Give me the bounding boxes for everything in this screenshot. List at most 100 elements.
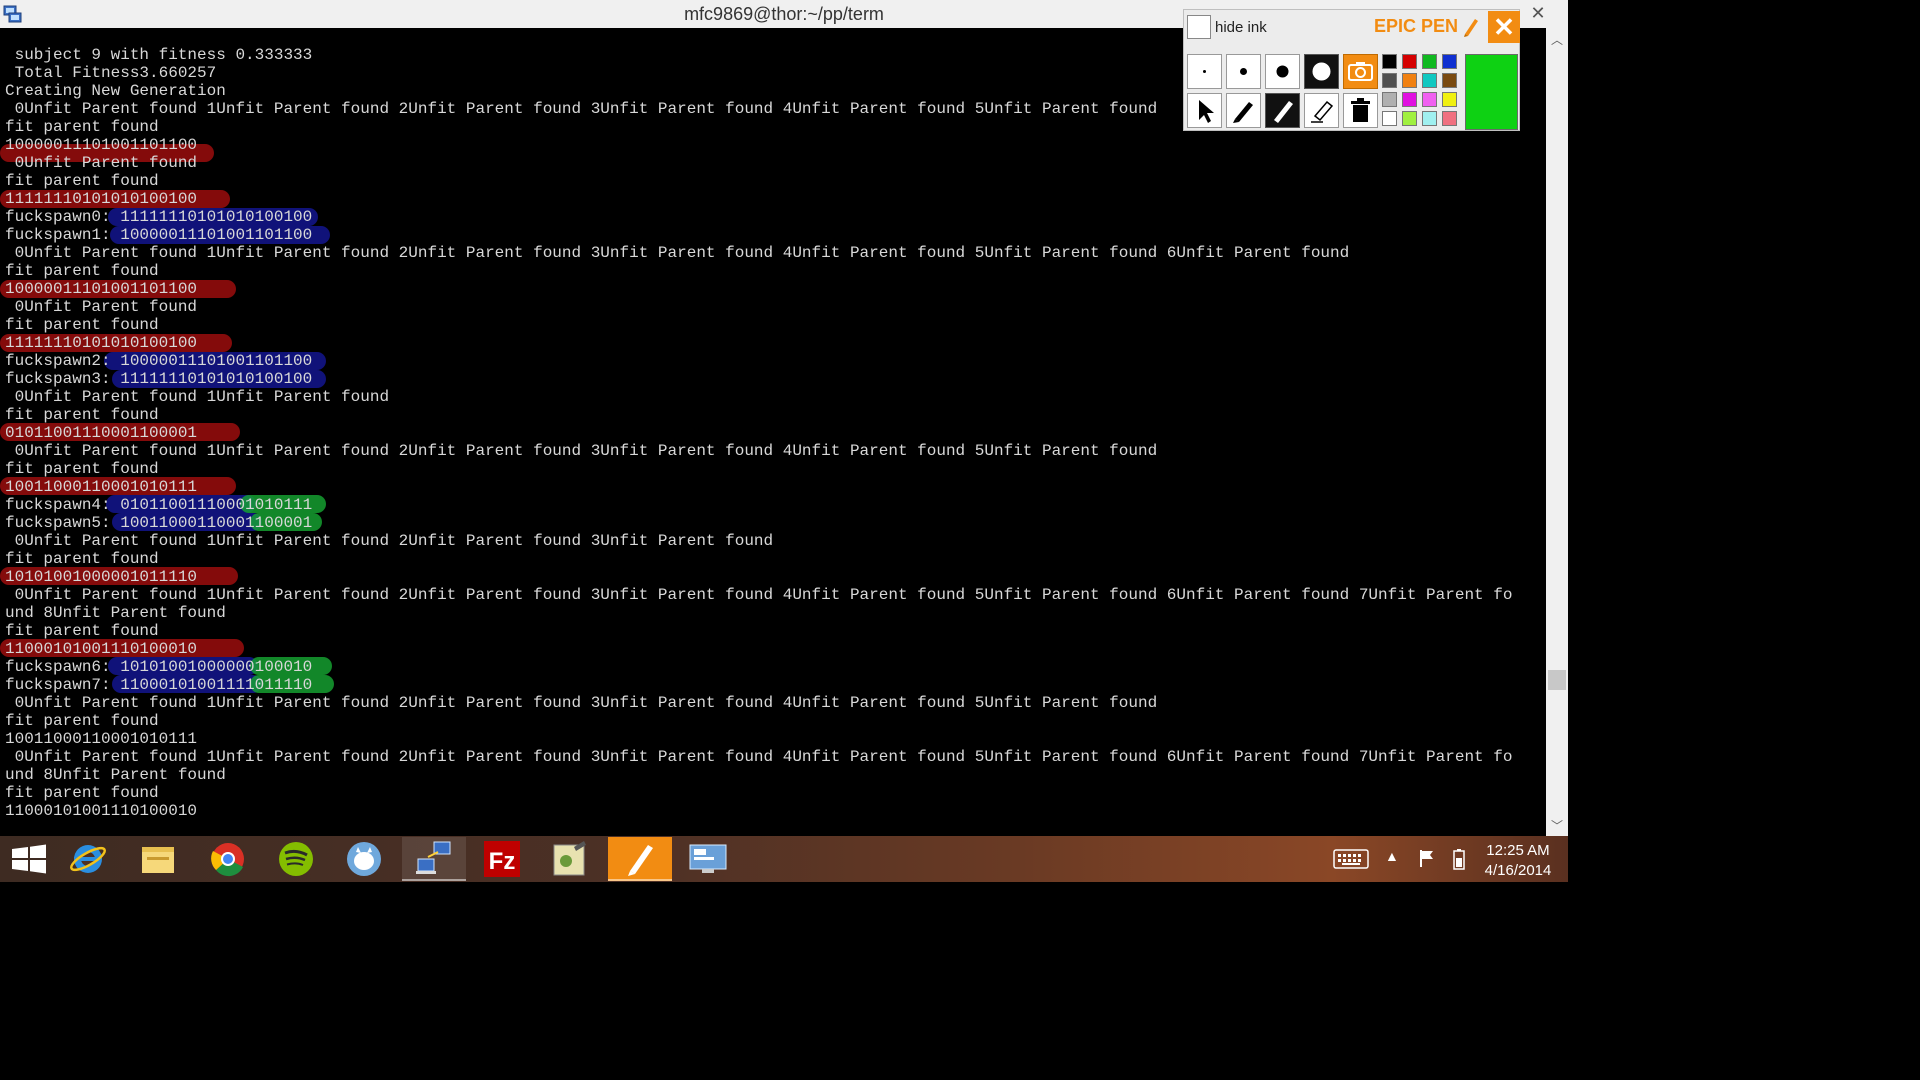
epic-pen-logo: EPIC PEN [1374, 16, 1459, 36]
terminal-line: 10101001000001011110 [5, 568, 198, 586]
taskbar-internet-explorer[interactable] [56, 837, 120, 881]
color-swatch[interactable] [1382, 54, 1397, 69]
terminal-line: fuckspawn0: 11111110101010100100 [5, 208, 313, 226]
terminal-line: fuckspawn7: 11000101001111011110 [5, 676, 313, 694]
terminal-line: 10000011101001101100 [5, 136, 198, 154]
color-swatch[interactable] [1442, 111, 1457, 126]
terminal-line: 0Unfit Parent found 1Unfit Parent found … [5, 244, 1350, 262]
color-swatch[interactable] [1402, 92, 1417, 107]
terminal-line: 0Unfit Parent found 1Unfit Parent found … [5, 532, 774, 550]
terminal-line: 0Unfit Parent found 1Unfit Parent found … [5, 748, 1513, 766]
color-swatch[interactable] [1422, 92, 1437, 107]
pen-icon [1233, 102, 1253, 123]
brush-size-large-button[interactable] [1304, 54, 1339, 89]
image-editor-icon [553, 841, 586, 876]
color-swatch[interactable] [1402, 73, 1417, 88]
terminal-line: fuckspawn6: 10101001000000100010 [5, 658, 313, 676]
terminal-line: fit parent found [5, 316, 159, 334]
terminal-line: fit parent found [5, 118, 159, 136]
color-swatch[interactable] [1402, 54, 1417, 69]
epic-pen-toolbar[interactable]: hide ink EPIC PEN ✕ [1183, 9, 1520, 131]
action-center-flag-icon[interactable] [1418, 848, 1436, 868]
color-swatch[interactable] [1382, 92, 1397, 107]
terminal-line: 10011000110001010111 [5, 478, 198, 496]
hide-ink-label: hide ink [1215, 19, 1267, 36]
pen-tool-button[interactable] [1226, 93, 1261, 128]
show-hidden-icons-button[interactable]: ▲ [1385, 848, 1399, 864]
taskbar-chrome[interactable] [196, 837, 260, 881]
color-swatch[interactable] [1422, 73, 1437, 88]
color-swatch[interactable] [1422, 111, 1437, 126]
remote-desktop-icon [689, 844, 727, 873]
clear-ink-button[interactable] [1343, 93, 1378, 128]
terminal-line: fit parent found [5, 460, 159, 478]
ink-annotations-layer [0, 28, 1546, 836]
selected-color-swatch[interactable] [1465, 54, 1518, 130]
scroll-thumb[interactable] [1548, 670, 1566, 690]
brush-size-small-button[interactable] [1226, 54, 1261, 89]
terminal-line: fuckspawn2: 10000011101001101100 [5, 352, 313, 370]
terminal-line: 11000101001110100010 [5, 640, 198, 658]
pointer-tool-button[interactable] [1187, 93, 1222, 128]
taskbar-file-explorer[interactable] [126, 837, 190, 881]
terminal-line: 0Unfit Parent found 1Unfit Parent found … [5, 442, 1158, 460]
taskbar-spotify[interactable] [264, 837, 328, 881]
terminal-line: 0Unfit Parent found 1Unfit Parent found … [5, 586, 1513, 604]
brush-size-tiny-button[interactable] [1187, 54, 1222, 89]
chat-icon [347, 842, 381, 876]
taskbar-messenger[interactable] [332, 837, 396, 881]
taskbar-filezilla[interactable]: Fz [470, 837, 534, 881]
terminal-line: 01011001110001100001 [5, 424, 198, 442]
scroll-up-button[interactable]: ︿ [1546, 32, 1568, 48]
dot-medium-icon [1276, 65, 1289, 78]
highlighter-icon [1274, 101, 1293, 123]
terminal-line: fit parent found [5, 262, 159, 280]
color-swatch[interactable] [1442, 73, 1457, 88]
terminal-line: fit parent found [5, 784, 159, 802]
snapshot-button[interactable] [1343, 54, 1378, 89]
clock-date[interactable]: 4/16/2014 [1470, 862, 1566, 879]
folder-icon [142, 847, 174, 873]
battery-icon[interactable] [1453, 848, 1465, 870]
clock-time[interactable]: 12:25 AM [1470, 842, 1566, 859]
color-swatch[interactable] [1382, 73, 1397, 88]
filezilla-icon: Fz [484, 841, 520, 877]
windows-logo-icon [12, 844, 46, 874]
window-close-button[interactable]: ✕ [1526, 2, 1550, 24]
epic-pen-close-button[interactable]: ✕ [1488, 11, 1520, 43]
pointer-icon [1199, 100, 1214, 123]
terminal-line: Creating New Generation [5, 82, 226, 100]
keyboard-icon[interactable] [1333, 849, 1369, 869]
terminal-line: und 8Unfit Parent found [5, 766, 226, 784]
taskbar-epic-pen[interactable] [608, 837, 672, 881]
terminal-line: fit parent found [5, 172, 159, 190]
start-button[interactable] [0, 837, 64, 881]
terminal-line: 0Unfit Parent found 1Unfit Parent found [5, 388, 390, 406]
brush-size-medium-button[interactable] [1265, 54, 1300, 89]
pen-icon [628, 845, 653, 876]
color-swatch[interactable] [1442, 54, 1457, 69]
taskbar-ssh-client[interactable] [402, 837, 466, 881]
scroll-down-button[interactable]: ﹀ [1546, 818, 1568, 834]
trash-icon [1351, 98, 1370, 122]
terminal-scrollbar[interactable]: ︿ ﹀ [1546, 28, 1568, 836]
highlighter-tool-button[interactable] [1265, 93, 1300, 128]
terminal-output[interactable]: subject 9 with fitness 0.333333 Total Fi… [0, 28, 1546, 836]
color-swatch[interactable] [1442, 92, 1457, 107]
terminal-line: 11111110101010100100 [5, 190, 198, 208]
terminal-line: und 8Unfit Parent found [5, 604, 226, 622]
brand-pencil-icon [1464, 19, 1478, 37]
terminal-line: 0Unfit Parent found 1Unfit Parent found … [5, 100, 1158, 118]
terminal-line: Total Fitness3.660257 [5, 64, 217, 82]
taskbar-remote-desktop[interactable] [676, 837, 740, 881]
terminal-line: 0Unfit Parent found [5, 298, 198, 316]
taskbar-gimp[interactable] [538, 837, 602, 881]
eraser-tool-button[interactable] [1304, 93, 1339, 128]
color-swatch[interactable] [1402, 111, 1417, 126]
color-swatch[interactable] [1422, 54, 1437, 69]
chrome-icon [211, 843, 244, 877]
eraser-icon [1311, 100, 1334, 123]
terminal-line: fit parent found [5, 550, 159, 568]
hide-ink-checkbox[interactable] [1187, 15, 1211, 39]
color-swatch[interactable] [1382, 111, 1397, 126]
